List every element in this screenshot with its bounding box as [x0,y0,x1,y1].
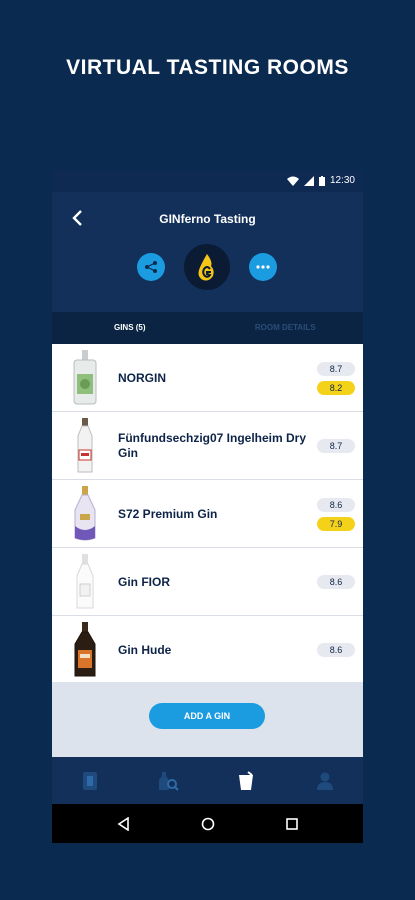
room-actions [52,244,363,290]
add-gin-area: ADD A GIN [52,682,363,757]
search-bottle-icon [159,772,179,791]
gin-card-icon [83,772,97,790]
recents-square-icon [286,818,298,830]
gin-name: Gin Hude [118,642,172,657]
signal-icon [303,175,314,186]
gin-row[interactable]: NORGIN 8.7 8.2 [52,344,363,412]
my-rating-badge: 8.2 [317,380,355,395]
gin-list: NORGIN 8.7 8.2 Fünfundsechzig07 Ingelhei… [52,344,363,684]
gin-logo-icon [198,254,214,281]
tab-gins[interactable]: GINS (5) [52,312,208,344]
gin-bottle-image [74,622,96,677]
more-options-button[interactable] [249,253,277,281]
average-rating-badge: 8.6 [317,497,355,512]
nav-tasting[interactable] [234,769,258,793]
back-triangle-icon [117,817,129,831]
system-navigation-bar [52,804,363,843]
status-time: 12:30 [329,175,355,186]
wifi-icon [286,176,299,186]
system-back-button[interactable] [114,814,134,834]
gin-bottle-image [74,486,96,541]
average-rating-badge: 8.7 [317,361,355,376]
home-circle-icon [201,817,215,831]
gin-bottle-image [77,418,93,473]
phone-screen: 12:30 GINferno Tasting GINS (5) ROOM DET… [52,170,363,843]
gin-name: NORGIN [118,370,166,385]
rating-badges: 8.7 8.2 [317,344,355,412]
tasting-glass-icon [239,771,253,790]
my-rating-badge: 7.9 [317,516,355,531]
rating-badges: 8.6 [317,548,355,616]
gin-row[interactable]: Gin Hude 8.6 [52,616,363,684]
gin-row[interactable]: Fünfundsechzig07 Ingelheim Dry Gin 8.7 [52,412,363,480]
gin-name: Gin FIOR [118,574,170,589]
average-rating-badge: 8.6 [317,643,355,657]
nav-profile[interactable] [313,769,337,793]
gin-row[interactable]: S72 Premium Gin 8.6 7.9 [52,480,363,548]
average-rating-badge: 8.7 [317,439,355,453]
profile-icon [317,772,333,790]
share-button[interactable] [137,253,165,281]
status-bar: 12:30 [52,170,363,192]
room-header: GINferno Tasting [52,192,363,312]
nav-search[interactable] [156,769,180,793]
battery-icon [318,175,325,186]
more-icon [256,265,270,269]
room-tabs: GINS (5) ROOM DETAILS [52,312,363,344]
rating-badges: 8.7 [317,412,355,480]
nav-gin-card[interactable] [78,769,102,793]
tab-room-details[interactable]: ROOM DETAILS [208,312,364,344]
average-rating-badge: 8.6 [317,575,355,589]
bottom-navigation [52,757,363,804]
gin-name: S72 Premium Gin [118,506,218,521]
gin-bottle-image [76,554,94,609]
room-title: GINferno Tasting [159,212,256,226]
system-recents-button[interactable] [282,814,302,834]
gin-logo-button[interactable] [184,244,230,290]
system-home-button[interactable] [198,814,218,834]
rating-badges: 8.6 [317,616,355,684]
gin-bottle-image [73,350,97,405]
add-gin-button[interactable]: ADD A GIN [149,703,265,729]
gin-name: Fünfundsechzig07 Ingelheim Dry Gin [118,431,307,460]
rating-badges: 8.6 7.9 [317,480,355,548]
gin-row[interactable]: Gin FIOR 8.6 [52,548,363,616]
page-headline: VIRTUAL TASTING ROOMS [66,56,349,79]
share-icon [145,261,157,273]
